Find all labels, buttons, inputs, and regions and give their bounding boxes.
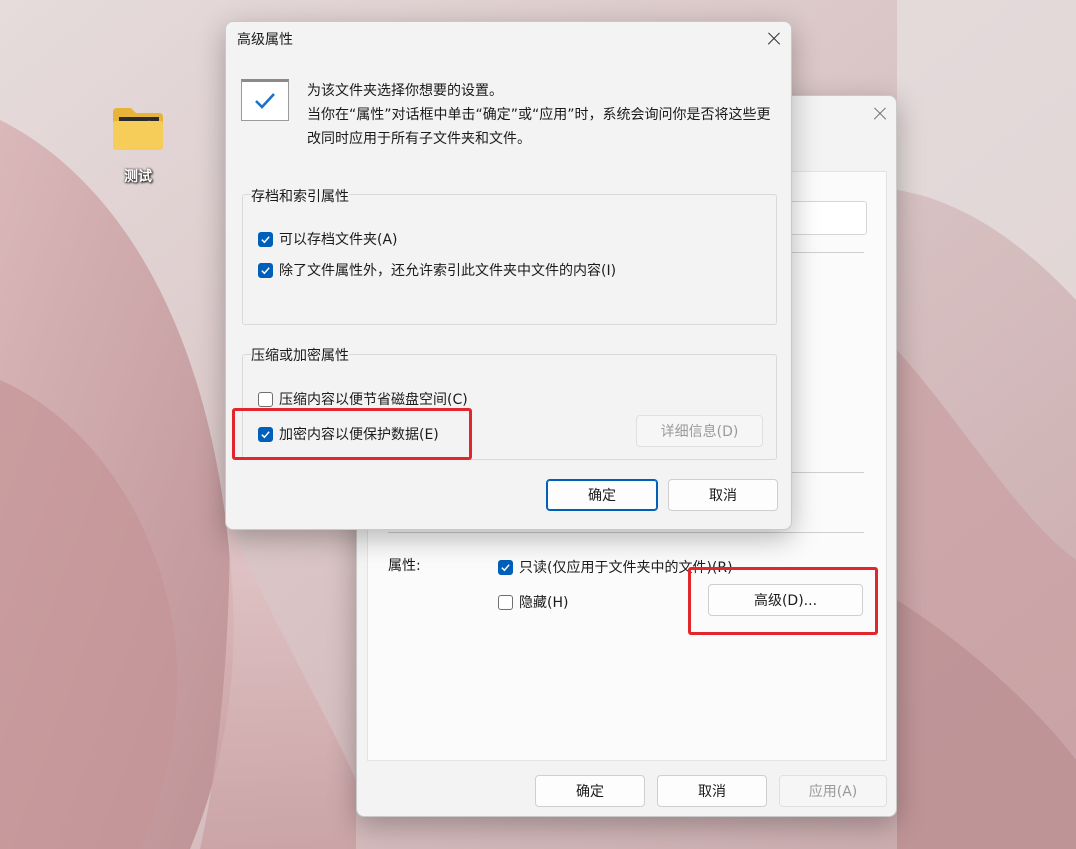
dialog-description: 为该文件夹选择你想要的设置。 当你在“属性”对话框中单击“确定”或“应用”时，系… <box>307 79 777 151</box>
cancel-button[interactable]: 取消 <box>657 775 767 807</box>
checkbox-indicator <box>258 426 273 442</box>
encrypt-label: 加密内容以便保护数据(E) <box>279 427 439 443</box>
readonly-label: 只读(仅应用于文件夹中的文件)(R) <box>519 560 733 576</box>
advanced-button[interactable]: 高级(D)... <box>708 584 863 616</box>
ok-button[interactable]: 确定 <box>546 479 658 511</box>
apply-button[interactable]: 应用(A) <box>779 775 887 807</box>
intro-line-1: 为该文件夹选择你想要的设置。 <box>307 83 503 99</box>
checkbox-indicator <box>498 559 513 575</box>
hidden-label: 隐藏(H) <box>519 595 569 611</box>
checkmark-icon <box>241 79 289 121</box>
index-label: 除了文件属性外，还允许索引此文件夹中文件的内容(I) <box>279 263 617 279</box>
archive-checkbox[interactable]: 可以存档文件夹(A) <box>258 229 398 249</box>
details-button[interactable]: 详细信息(D) <box>636 415 763 447</box>
checkbox-indicator <box>258 391 273 407</box>
attributes-label: 属性: <box>388 558 421 574</box>
separator <box>388 532 864 533</box>
close-icon[interactable] <box>868 102 892 126</box>
desktop-icon-label: 测试 <box>124 169 152 185</box>
index-checkbox[interactable]: 除了文件属性外，还允许索引此文件夹中文件的内容(I) <box>258 260 616 280</box>
compress-checkbox[interactable]: 压缩内容以便节省磁盘空间(C) <box>258 389 468 409</box>
group-title: 存档和索引属性 <box>251 186 349 206</box>
archive-label: 可以存档文件夹(A) <box>279 232 398 248</box>
checkbox-indicator <box>498 594 513 610</box>
checkbox-indicator <box>258 231 273 247</box>
folder-icon <box>111 104 165 152</box>
ok-button[interactable]: 确定 <box>535 775 645 807</box>
compress-label: 压缩内容以便节省磁盘空间(C) <box>279 392 468 408</box>
close-icon[interactable] <box>762 27 786 51</box>
advanced-attributes-dialog: 高级属性 为该文件夹选择你想要的设置。 当你在“属性”对话框中单击“确定”或“应… <box>225 21 792 530</box>
desktop-folder-shortcut[interactable]: 测试 <box>100 104 176 186</box>
dialog-title: 高级属性 <box>237 32 293 48</box>
encrypt-checkbox[interactable]: 加密内容以便保护数据(E) <box>258 424 439 444</box>
readonly-checkbox[interactable]: 只读(仅应用于文件夹中的文件)(R) <box>498 557 733 577</box>
checkbox-indicator <box>258 262 273 278</box>
intro-line-2: 当你在“属性”对话框中单击“确定”或“应用”时，系统会询问你是否将这些更改同时应… <box>307 107 771 147</box>
group-title: 压缩或加密属性 <box>251 345 349 365</box>
cancel-button[interactable]: 取消 <box>668 479 778 511</box>
hidden-checkbox[interactable]: 隐藏(H) <box>498 592 568 612</box>
